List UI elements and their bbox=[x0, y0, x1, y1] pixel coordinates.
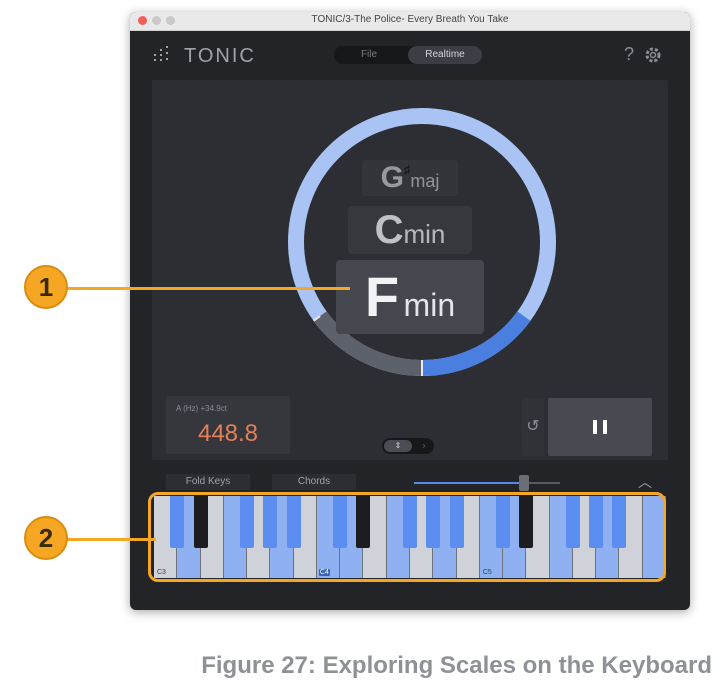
chord-current[interactable]: F min bbox=[336, 260, 484, 334]
chord-quality: min bbox=[403, 287, 456, 323]
keyboard-highlight-box bbox=[148, 492, 666, 582]
fold-keys-button[interactable]: Fold Keys bbox=[166, 474, 250, 490]
mode-switch: File Realtime bbox=[334, 46, 482, 64]
chord-root: F bbox=[364, 265, 400, 328]
zoom-slider-fill bbox=[414, 482, 524, 484]
undo-button[interactable]: ↺ bbox=[522, 398, 544, 456]
undo-icon: ↺ bbox=[526, 418, 540, 435]
toggle-left[interactable]: ⇕ bbox=[384, 440, 412, 452]
toggle-right[interactable]: › bbox=[416, 440, 432, 452]
chord-display-panel: G♯maj Cmin F min A (Hz) +34.9ct 448.8 ⇕ … bbox=[152, 80, 668, 460]
pause-button[interactable] bbox=[548, 398, 652, 456]
title-bar: TONIC/3-The Police- Every Breath You Tak… bbox=[130, 12, 690, 31]
window-title: TONIC/3-The Police- Every Breath You Tak… bbox=[311, 14, 509, 25]
callout-badge-1: 1 bbox=[24, 265, 68, 309]
chord-root: C bbox=[374, 208, 404, 252]
chord-root: G bbox=[380, 161, 404, 194]
figure-caption: Figure 27: Exploring Scales on the Keybo… bbox=[201, 652, 712, 679]
view-toggle[interactable]: ⇕ › bbox=[382, 438, 434, 454]
brand-name: TONIC bbox=[184, 45, 256, 67]
chord-quality: maj bbox=[410, 171, 440, 191]
chevron-up-icon[interactable]: ︿ bbox=[638, 472, 652, 492]
chord-quality: min bbox=[403, 219, 446, 249]
tab-realtime[interactable]: Realtime bbox=[408, 46, 482, 64]
callout-line-1 bbox=[66, 287, 350, 290]
callout-badge-2: 2 bbox=[24, 516, 68, 560]
tab-file[interactable]: File bbox=[334, 46, 404, 64]
help-button[interactable]: ? bbox=[624, 44, 634, 65]
zoom-slider-handle[interactable] bbox=[518, 475, 529, 491]
chord-previous-1: Cmin bbox=[348, 206, 472, 254]
chords-button[interactable]: Chords bbox=[272, 474, 356, 490]
keyboard-toolbar: Fold Keys Chords ︿ bbox=[152, 470, 668, 492]
bars-logo-icon bbox=[154, 46, 168, 61]
tuning-display[interactable]: A (Hz) +34.9ct 448.8 bbox=[166, 396, 290, 454]
zoom-slider[interactable] bbox=[414, 475, 560, 491]
chord-previous-2: G♯maj bbox=[362, 160, 458, 196]
callout-line-2 bbox=[66, 538, 156, 541]
gear-icon[interactable] bbox=[644, 46, 662, 64]
tuning-value: 448.8 bbox=[197, 420, 259, 447]
tuning-label: A (Hz) +34.9ct bbox=[176, 404, 227, 413]
